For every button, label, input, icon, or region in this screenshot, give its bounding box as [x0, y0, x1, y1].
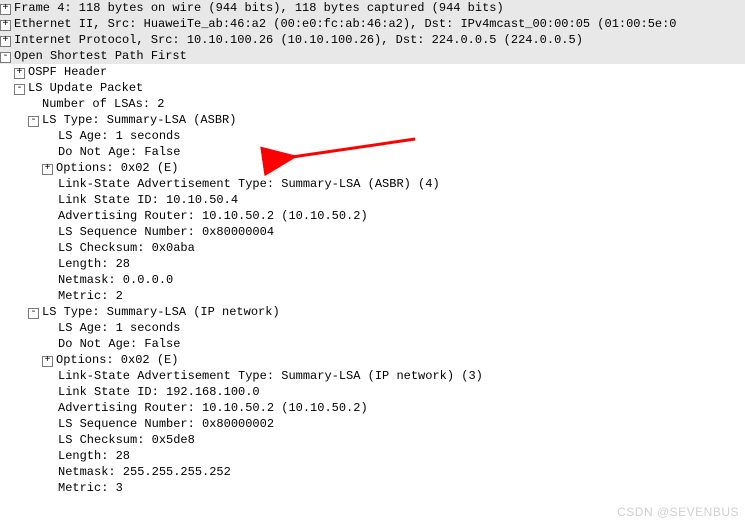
metric-text: Metric: 2	[58, 289, 123, 303]
ls-age-row[interactable]: LS Age: 1 seconds	[0, 128, 745, 144]
frame-header-text: Frame 4: 118 bytes on wire (944 bits), 1…	[14, 1, 504, 15]
lsa-type-row[interactable]: -LS Type: Summary-LSA (ASBR)	[0, 112, 745, 128]
lsa-type-text: LS Type: Summary-LSA (ASBR)	[42, 113, 236, 127]
ls-age-text: LS Age: 1 seconds	[58, 321, 180, 335]
length-row[interactable]: Length: 28	[0, 256, 745, 272]
advertising-router-row[interactable]: Advertising Router: 10.10.50.2 (10.10.50…	[0, 208, 745, 224]
lsa-adv-type-text: Link-State Advertisement Type: Summary-L…	[58, 369, 483, 383]
netmask-row[interactable]: Netmask: 255.255.255.252	[0, 464, 745, 480]
advertising-router-text: Advertising Router: 10.10.50.2 (10.10.50…	[58, 209, 368, 223]
packet-details-pane: +Frame 4: 118 bytes on wire (944 bits), …	[0, 0, 745, 523]
expand-icon[interactable]: +	[0, 20, 11, 31]
ls-update-node[interactable]: -LS Update Packet	[0, 80, 745, 96]
lsa-adv-type-text: Link-State Advertisement Type: Summary-L…	[58, 177, 440, 191]
ethernet-header-text: Ethernet II, Src: HuaweiTe_ab:46:a2 (00:…	[14, 17, 677, 31]
do-not-age-text: Do Not Age: False	[58, 337, 180, 351]
link-state-id-text: Link State ID: 192.168.100.0	[58, 385, 260, 399]
ip-header-row[interactable]: +Internet Protocol, Src: 10.10.100.26 (1…	[0, 32, 745, 48]
link-state-id-row[interactable]: Link State ID: 10.10.50.4	[0, 192, 745, 208]
ls-age-text: LS Age: 1 seconds	[58, 129, 180, 143]
num-lsas-text: Number of LSAs: 2	[42, 97, 164, 111]
advertising-router-text: Advertising Router: 10.10.50.2 (10.10.50…	[58, 401, 368, 415]
ls-seq-text: LS Sequence Number: 0x80000002	[58, 417, 274, 431]
ls-seq-row[interactable]: LS Sequence Number: 0x80000004	[0, 224, 745, 240]
length-text: Length: 28	[58, 449, 130, 463]
ls-checksum-text: LS Checksum: 0x5de8	[58, 433, 195, 447]
expand-icon[interactable]: +	[0, 4, 11, 15]
link-state-id-row[interactable]: Link State ID: 192.168.100.0	[0, 384, 745, 400]
ls-checksum-text: LS Checksum: 0x0aba	[58, 241, 195, 255]
ospf-header-node[interactable]: +OSPF Header	[0, 64, 745, 80]
length-text: Length: 28	[58, 257, 130, 271]
options-row[interactable]: +Options: 0x02 (E)	[0, 160, 745, 176]
ospf-header-text: Open Shortest Path First	[14, 49, 187, 63]
link-state-id-text: Link State ID: 10.10.50.4	[58, 193, 238, 207]
ls-update-text: LS Update Packet	[28, 81, 143, 95]
lsa-type-text: LS Type: Summary-LSA (IP network)	[42, 305, 280, 319]
ls-age-row[interactable]: LS Age: 1 seconds	[0, 320, 745, 336]
ospf-header-row[interactable]: -Open Shortest Path First	[0, 48, 745, 64]
length-row[interactable]: Length: 28	[0, 448, 745, 464]
netmask-row[interactable]: Netmask: 0.0.0.0	[0, 272, 745, 288]
frame-header-row[interactable]: +Frame 4: 118 bytes on wire (944 bits), …	[0, 0, 745, 16]
ip-header-text: Internet Protocol, Src: 10.10.100.26 (10…	[14, 33, 583, 47]
ls-checksum-row[interactable]: LS Checksum: 0x5de8	[0, 432, 745, 448]
expand-icon[interactable]: +	[42, 164, 53, 175]
ls-seq-row[interactable]: LS Sequence Number: 0x80000002	[0, 416, 745, 432]
num-lsas-row[interactable]: Number of LSAs: 2	[0, 96, 745, 112]
options-row[interactable]: +Options: 0x02 (E)	[0, 352, 745, 368]
collapse-icon[interactable]: -	[28, 116, 39, 127]
metric-row[interactable]: Metric: 3	[0, 480, 745, 496]
netmask-text: Netmask: 0.0.0.0	[58, 273, 173, 287]
ethernet-header-row[interactable]: +Ethernet II, Src: HuaweiTe_ab:46:a2 (00…	[0, 16, 745, 32]
lsa-adv-type-row[interactable]: Link-State Advertisement Type: Summary-L…	[0, 368, 745, 384]
do-not-age-row[interactable]: Do Not Age: False	[0, 336, 745, 352]
advertising-router-row[interactable]: Advertising Router: 10.10.50.2 (10.10.50…	[0, 400, 745, 416]
lsa-type-row[interactable]: -LS Type: Summary-LSA (IP network)	[0, 304, 745, 320]
lsa-adv-type-row[interactable]: Link-State Advertisement Type: Summary-L…	[0, 176, 745, 192]
options-text: Options: 0x02 (E)	[56, 353, 178, 367]
watermark-text: CSDN @SEVENBUS	[617, 505, 739, 519]
metric-text: Metric: 3	[58, 481, 123, 495]
collapse-icon[interactable]: -	[14, 84, 25, 95]
do-not-age-text: Do Not Age: False	[58, 145, 180, 159]
expand-icon[interactable]: +	[14, 68, 25, 79]
expand-icon[interactable]: +	[42, 356, 53, 367]
metric-row[interactable]: Metric: 2	[0, 288, 745, 304]
netmask-text: Netmask: 255.255.255.252	[58, 465, 231, 479]
collapse-icon[interactable]: -	[28, 308, 39, 319]
ls-seq-text: LS Sequence Number: 0x80000004	[58, 225, 274, 239]
expand-icon[interactable]: +	[0, 36, 11, 47]
options-text: Options: 0x02 (E)	[56, 161, 178, 175]
ls-checksum-row[interactable]: LS Checksum: 0x0aba	[0, 240, 745, 256]
ospf-header-node-text: OSPF Header	[28, 65, 107, 79]
collapse-icon[interactable]: -	[0, 52, 11, 63]
do-not-age-row[interactable]: Do Not Age: False	[0, 144, 745, 160]
